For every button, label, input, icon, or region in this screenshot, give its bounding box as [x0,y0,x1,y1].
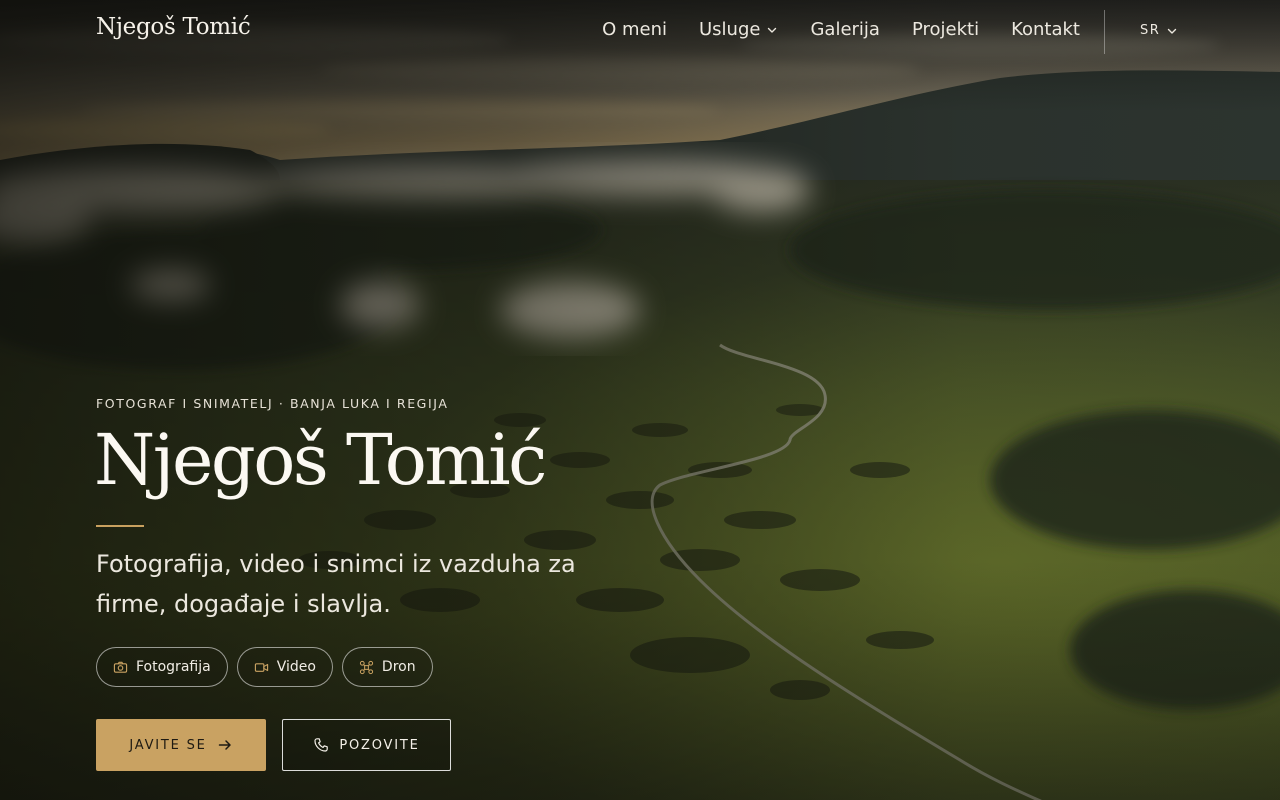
nav-item-label: Galerija [810,19,880,40]
hero-actions: JAVITE SE POZOVITE [96,719,451,771]
nav-item-usluge[interactable]: Usluge [699,19,778,40]
language-label: SR [1140,23,1161,38]
page: Njegoš Tomić O meni Usluge Galerija Proj… [0,0,1280,800]
service-chips: Fotografija Video Dron [96,647,433,687]
language-selector[interactable]: SR [1140,23,1178,38]
nav-item-galerija[interactable]: Galerija [810,19,880,40]
nav-item-label: Kontakt [1011,19,1080,40]
contact-button[interactable]: JAVITE SE [96,719,266,771]
nav-item-label: O meni [602,19,667,40]
site-header: Njegoš Tomić O meni Usluge Galerija Proj… [0,0,1280,64]
video-camera-icon [254,662,268,672]
chevron-down-icon [768,27,777,33]
drone-icon [359,660,374,674]
nav-item-kontakt[interactable]: Kontakt [1011,19,1080,40]
nav-item-label: Usluge [699,19,761,40]
hero-tagline: Fotografija, video i snimci iz vazduha z… [96,550,576,618]
nav-item-label: Projekti [911,19,980,40]
chip-dron[interactable]: Dron [341,647,433,687]
camera-icon [113,661,128,673]
hero-eyebrow: FOTOGRAF I SNIMATELJ · BANJA LUKA I REGI… [96,396,449,411]
nav-item-o-meni[interactable]: O meni [602,19,667,40]
nav-divider [1104,10,1105,54]
hero-title: Njegoš Tomić [94,419,547,501]
accent-divider [96,525,144,527]
nav-item-projekti[interactable]: Projekti [912,19,979,40]
chevron-down-icon [1168,28,1177,34]
phone-icon [314,738,329,752]
main-nav: O meni Usluge Galerija Projekti Kontakt [602,19,1080,40]
chip-video[interactable]: Video [236,647,333,687]
brand-logo[interactable]: Njegoš Tomić [96,14,251,40]
call-button-label: POZOVITE [339,737,420,753]
call-button[interactable]: POZOVITE [282,719,451,771]
chip-label: Video [276,659,316,675]
chip-label: Dron [381,659,416,675]
contact-button-label: JAVITE SE [129,737,207,753]
arrow-right-icon [218,740,231,750]
chip-label: Fotografija [136,659,211,675]
chip-fotografija[interactable]: Fotografija [96,647,228,687]
